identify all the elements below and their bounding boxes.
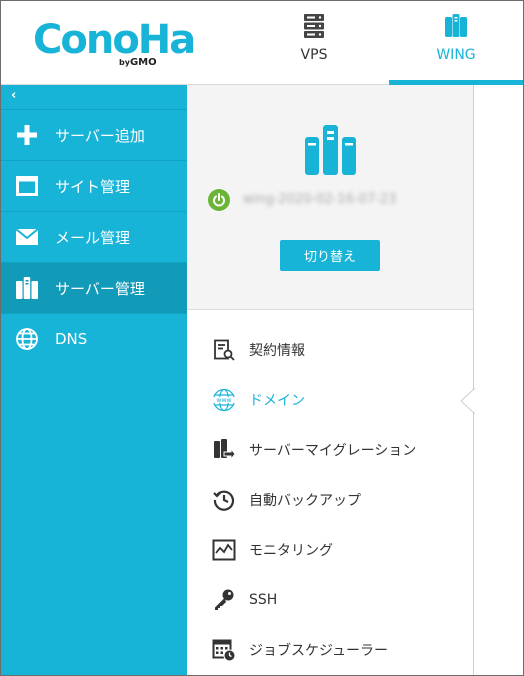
power-status-icon [208, 189, 230, 211]
sidebar-item-label: サイト管理 [55, 177, 131, 196]
wing-server-icon [444, 13, 468, 39]
chevron-left-icon: ‹ [11, 88, 17, 103]
sidebar-item-label: DNS [55, 330, 88, 348]
monitoring-chart-icon [211, 537, 237, 563]
window-icon [13, 174, 41, 198]
menu-item-label: ジョブスケジューラー [249, 643, 389, 659]
menu-item-monitoring[interactable]: モニタリング [187, 525, 473, 575]
svg-text:www: www [216, 397, 231, 404]
tab-vps[interactable]: VPS [249, 1, 379, 85]
content-area [475, 85, 523, 675]
sidebar-item-label: サーバー追加 [55, 126, 145, 145]
sidebar-item-mail-management[interactable]: メール管理 [1, 211, 187, 262]
server-large-icon [304, 123, 358, 177]
logo-sub: byGMO [119, 57, 157, 68]
menu-item-domain[interactable]: www ドメイン [187, 375, 473, 425]
menu-item-job-scheduler[interactable]: ジョブスケジューラー [187, 625, 473, 675]
sidebar-item-label: サーバー管理 [55, 279, 145, 298]
sidebar-item-site-management[interactable]: サイト管理 [1, 160, 187, 211]
tab-wing-label: WING [436, 47, 476, 63]
switch-server-button[interactable]: 切り替え [280, 240, 380, 271]
logo-gmo: GMO [129, 57, 157, 68]
menu-item-label: 契約情報 [249, 343, 305, 359]
key-icon [211, 587, 237, 613]
tab-wing[interactable]: WING [389, 1, 523, 85]
sidebar-item-dns[interactable]: DNS [1, 313, 187, 364]
selected-item-pointer [460, 388, 476, 414]
tab-vps-label: VPS [300, 47, 328, 63]
menu-item-label: モニタリング [249, 543, 333, 559]
conoha-logo[interactable]: ConoHa byGMO [33, 19, 196, 73]
contract-search-icon [211, 337, 237, 363]
menu-item-ssh[interactable]: SSH [187, 575, 473, 625]
plus-icon [13, 123, 41, 147]
backup-clock-icon [211, 487, 237, 513]
sidebar-item-label: メール管理 [55, 228, 131, 247]
menu-item-label: ドメイン [249, 393, 305, 409]
globe-icon [13, 327, 41, 351]
logo-text: ConoHa [33, 17, 196, 63]
menu-item-server-migration[interactable]: サーバーマイグレーション [187, 425, 473, 475]
server-migration-icon [211, 437, 237, 463]
sidebar: ‹ サーバー追加 サイト管理 メール管理 サーバー管理 DNS [1, 85, 187, 675]
sidebar-item-add-server[interactable]: サーバー追加 [1, 109, 187, 160]
logo-by: by [119, 58, 130, 67]
menu-item-label: 自動バックアップ [249, 493, 361, 509]
scheduler-calendar-icon [211, 637, 237, 663]
top-header: ConoHa byGMO VPS WING [1, 1, 523, 85]
sidebar-collapse-button[interactable]: ‹ [1, 85, 187, 109]
menu-item-auto-backup[interactable]: 自動バックアップ [187, 475, 473, 525]
menu-item-label: サーバーマイグレーション [249, 443, 417, 459]
server-icon [13, 276, 41, 300]
server-info-box: wing-2020-02-16-07-23 切り替え [187, 85, 473, 310]
mail-icon [13, 225, 41, 249]
server-submenu-panel: wing-2020-02-16-07-23 切り替え 契約情報 www ドメイン [187, 85, 474, 675]
www-globe-icon: www [211, 387, 237, 413]
sidebar-item-server-management[interactable]: サーバー管理 [1, 262, 187, 313]
vps-server-icon [302, 13, 326, 39]
menu-item-contract-info[interactable]: 契約情報 [187, 325, 473, 375]
menu-item-label: SSH [249, 592, 278, 608]
server-name: wing-2020-02-16-07-23 [243, 192, 397, 207]
